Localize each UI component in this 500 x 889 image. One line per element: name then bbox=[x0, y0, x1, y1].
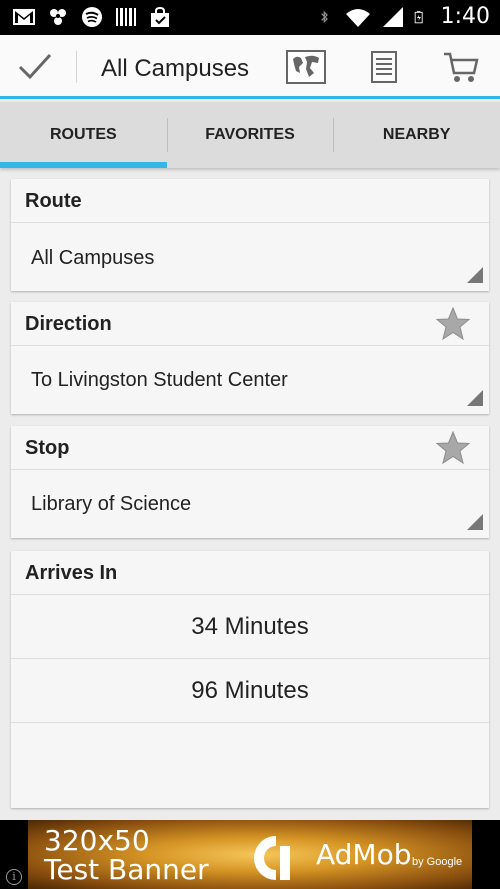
barcode-icon bbox=[116, 8, 136, 26]
ad-brand: AdMob bbox=[316, 838, 412, 871]
stop-label: Stop bbox=[25, 437, 70, 459]
route-value: All Campuses bbox=[31, 247, 155, 269]
tab-nearby[interactable]: NEARBY bbox=[333, 102, 500, 168]
admob-logo-icon bbox=[254, 836, 290, 880]
action-bar-divider bbox=[76, 51, 77, 83]
action-bar-title: All Campuses bbox=[101, 55, 250, 82]
action-bar: All Campuses bbox=[0, 35, 500, 99]
stop-card: Stop Library of Science bbox=[11, 426, 489, 538]
battery-icon bbox=[414, 10, 423, 23]
arrivals-header: Arrives In bbox=[11, 551, 489, 595]
ad-info-icon[interactable]: i bbox=[6, 869, 22, 885]
shopping-bag-icon bbox=[151, 6, 169, 27]
cart-icon[interactable] bbox=[442, 49, 480, 85]
route-card: Route All Campuses bbox=[11, 179, 489, 291]
stop-value: Library of Science bbox=[31, 493, 192, 515]
tab-favorites[interactable]: FAVORITES bbox=[166, 102, 334, 168]
map-icon[interactable] bbox=[285, 49, 327, 85]
arrivals-label: Arrives In bbox=[25, 562, 118, 584]
clock: 1:40 bbox=[440, 4, 490, 29]
wifi-icon bbox=[345, 8, 370, 27]
tab-bar: ROUTES FAVORITES NEARBY bbox=[0, 102, 500, 168]
route-spinner[interactable]: All Campuses bbox=[11, 223, 489, 291]
gmail-icon bbox=[13, 9, 35, 25]
stop-spinner[interactable]: Library of Science bbox=[11, 470, 489, 538]
ad-line1: 320x50 bbox=[44, 824, 150, 857]
arrivals-card: Arrives In 34 Minutes 96 Minutes bbox=[11, 551, 489, 808]
checkmark-icon[interactable] bbox=[14, 49, 58, 85]
arrival-row[interactable]: 96 Minutes bbox=[11, 659, 489, 723]
dropdown-corner-icon bbox=[467, 390, 483, 406]
dropdown-corner-icon bbox=[467, 267, 483, 283]
dropdown-corner-icon bbox=[467, 514, 483, 530]
list-icon[interactable] bbox=[368, 49, 400, 85]
direction-card: Direction To Livingston Student Center bbox=[11, 302, 489, 414]
ad-banner[interactable]: 320x50 Test Banner AdMob by Google i bbox=[0, 820, 500, 889]
tab-routes[interactable]: ROUTES bbox=[0, 102, 167, 168]
direction-value: To Livingston Student Center bbox=[31, 369, 288, 391]
direction-header: Direction bbox=[11, 302, 489, 346]
signal-icon bbox=[382, 6, 403, 27]
bluetooth-icon bbox=[320, 10, 328, 23]
stop-header: Stop bbox=[11, 426, 489, 470]
ad-creative[interactable]: 320x50 Test Banner AdMob by Google bbox=[28, 820, 472, 889]
ad-line2: Test Banner bbox=[44, 853, 209, 886]
pinwheel-icon bbox=[50, 9, 66, 25]
route-label: Route bbox=[25, 190, 82, 212]
direction-label: Direction bbox=[25, 313, 112, 335]
status-bar: 1:40 bbox=[0, 0, 500, 35]
favorite-star-icon[interactable] bbox=[435, 307, 471, 341]
ad-by-google: by Google bbox=[412, 856, 463, 868]
route-header: Route bbox=[11, 179, 489, 223]
arrivals-empty-space bbox=[11, 723, 489, 808]
spotify-icon bbox=[82, 7, 102, 27]
arrival-row[interactable]: 34 Minutes bbox=[11, 595, 489, 659]
ad-text: 320x50 Test Banner bbox=[44, 826, 209, 884]
favorite-star-icon[interactable] bbox=[435, 431, 471, 465]
direction-spinner[interactable]: To Livingston Student Center bbox=[11, 346, 489, 414]
